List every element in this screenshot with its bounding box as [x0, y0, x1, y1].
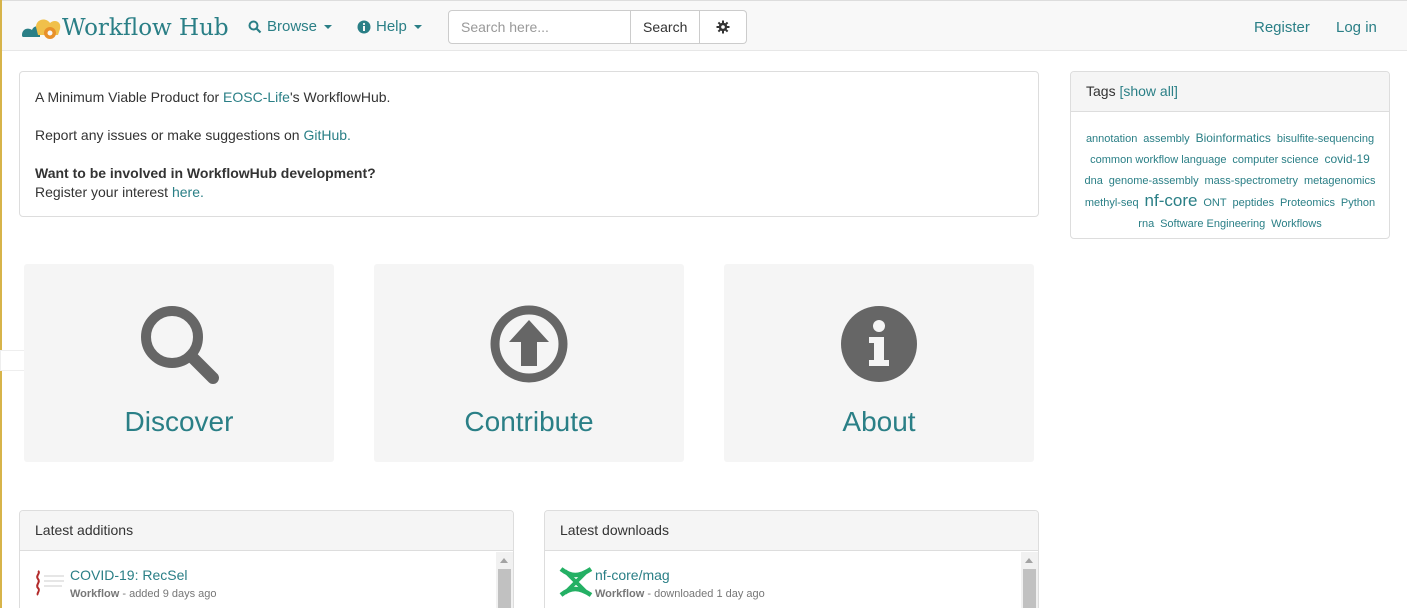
- tag-link[interactable]: annotation: [1086, 133, 1137, 145]
- info-icon: [357, 20, 371, 33]
- scroll-up-arrow-icon[interactable]: [1025, 558, 1033, 563]
- tag-link[interactable]: common workflow language: [1090, 154, 1226, 166]
- scrollbar[interactable]: [496, 552, 513, 608]
- contribute-tile[interactable]: Contribute: [374, 264, 684, 462]
- scrollbar[interactable]: [1021, 552, 1038, 608]
- tag-link[interactable]: assembly: [1143, 133, 1189, 145]
- tag-link[interactable]: Proteomics: [1280, 197, 1335, 209]
- item-title-link[interactable]: COVID-19: RecSel: [70, 567, 217, 583]
- latest-downloads-title: Latest downloads: [545, 511, 1038, 551]
- scroll-thumb[interactable]: [1023, 569, 1036, 608]
- brand-link[interactable]: Workflow Hub: [20, 13, 229, 43]
- notice-text: Register your interest: [35, 184, 172, 200]
- help-label: Help: [376, 18, 407, 35]
- tag-link[interactable]: peptides: [1232, 197, 1274, 209]
- browse-label: Browse: [267, 18, 318, 35]
- tag-link[interactable]: bisulfite-sequencing: [1277, 133, 1374, 145]
- latest-additions-panel: Latest additions COVID-19: RecSel Workfl…: [19, 510, 514, 608]
- search-form: Search: [448, 10, 748, 44]
- about-tile[interactable]: About: [724, 264, 1034, 462]
- tag-link[interactable]: covid-19: [1325, 152, 1370, 166]
- tag-cloud: annotation assembly Bioinformatics bisul…: [1071, 112, 1389, 238]
- login-link[interactable]: Log in: [1336, 19, 1377, 36]
- browse-dropdown[interactable]: Browse: [248, 18, 333, 35]
- search-button[interactable]: Search: [631, 10, 701, 44]
- list-item[interactable]: COVID-19: RecSel Workflow - added 9 days…: [34, 567, 217, 600]
- tag-link[interactable]: mass-spectrometry: [1205, 175, 1299, 187]
- notice-line-2: Report any issues or make suggestions on…: [35, 126, 1023, 145]
- tag-link[interactable]: Software Engineering: [1160, 218, 1265, 230]
- item-meta: Workflow - downloaded 1 day ago: [595, 588, 765, 600]
- top-navbar: Workflow Hub Browse Help Search here... …: [2, 0, 1407, 51]
- show-all-tags-link[interactable]: [show all]: [1119, 83, 1177, 99]
- tag-link[interactable]: metagenomics: [1304, 175, 1376, 187]
- discover-tile[interactable]: Discover: [24, 264, 334, 462]
- tags-panel-header: Tags [show all]: [1071, 72, 1389, 112]
- gear-icon: [716, 20, 730, 34]
- search-settings-button[interactable]: [700, 10, 748, 44]
- eosc-life-link[interactable]: EOSC-Life: [223, 89, 290, 105]
- tag-link[interactable]: Workflows: [1271, 218, 1322, 230]
- item-type: Workflow: [595, 588, 645, 600]
- tag-link[interactable]: Python: [1341, 197, 1375, 209]
- tag-link[interactable]: nf-core: [1145, 191, 1198, 210]
- help-dropdown[interactable]: Help: [357, 18, 422, 35]
- tag-link[interactable]: ONT: [1203, 197, 1226, 209]
- list-item[interactable]: nf-core/mag Workflow - downloaded 1 day …: [559, 567, 765, 600]
- notice-text: A Minimum Viable Product for: [35, 89, 224, 105]
- register-link[interactable]: Register: [1254, 19, 1310, 36]
- search-icon: [248, 20, 262, 33]
- tags-panel: Tags [show all] annotation assembly Bioi…: [1070, 71, 1390, 239]
- tag-link[interactable]: methyl-seq: [1085, 197, 1139, 209]
- latest-additions-title: Latest additions: [20, 511, 513, 551]
- tag-link[interactable]: Bioinformatics: [1196, 131, 1271, 145]
- tags-title: Tags: [1086, 83, 1116, 99]
- about-label: About: [842, 406, 916, 437]
- contribute-label: Contribute: [464, 406, 594, 437]
- notice-text: 's WorkflowHub.: [289, 89, 391, 105]
- item-meta: Workflow - added 9 days ago: [70, 588, 217, 600]
- item-type: Workflow: [70, 588, 120, 600]
- notice-line-1: A Minimum Viable Product for EOSC-Life's…: [35, 88, 1023, 107]
- chevron-down-icon: [413, 24, 422, 29]
- notice-text: Report any issues or make suggestions on: [35, 127, 304, 143]
- search-input[interactable]: [448, 10, 631, 44]
- tag-link[interactable]: genome-assembly: [1109, 175, 1199, 187]
- chevron-down-icon: [324, 24, 333, 29]
- project-logo-icon: [34, 567, 70, 597]
- notice-line-3: Want to be involved in WorkflowHub devel…: [35, 164, 1023, 202]
- upload-arrow-icon: [490, 305, 568, 383]
- announcement-panel: A Minimum Viable Product for EOSC-Life's…: [19, 71, 1039, 217]
- scroll-thumb[interactable]: [498, 569, 511, 608]
- item-title-link[interactable]: nf-core/mag: [595, 567, 765, 583]
- notice-heading: Want to be involved in WorkflowHub devel…: [35, 165, 376, 181]
- tag-link[interactable]: rna: [1138, 218, 1154, 230]
- scroll-up-arrow-icon[interactable]: [500, 558, 508, 563]
- register-interest-link[interactable]: here.: [172, 184, 204, 200]
- item-meta-text: - downloaded 1 day ago: [644, 588, 765, 600]
- nf-core-logo-icon: [559, 567, 595, 597]
- tag-link[interactable]: computer science: [1232, 154, 1318, 166]
- brand-title: Workflow Hub: [62, 15, 229, 41]
- discover-label: Discover: [124, 406, 234, 437]
- workflowhub-logo-icon: [20, 13, 64, 43]
- github-link[interactable]: GitHub.: [303, 127, 350, 143]
- info-icon: [841, 306, 917, 382]
- search-icon: [141, 306, 219, 384]
- item-meta-text: - added 9 days ago: [119, 588, 217, 600]
- latest-downloads-panel: Latest downloads nf-core/mag Workflow - …: [544, 510, 1039, 608]
- tag-link[interactable]: dna: [1085, 175, 1103, 187]
